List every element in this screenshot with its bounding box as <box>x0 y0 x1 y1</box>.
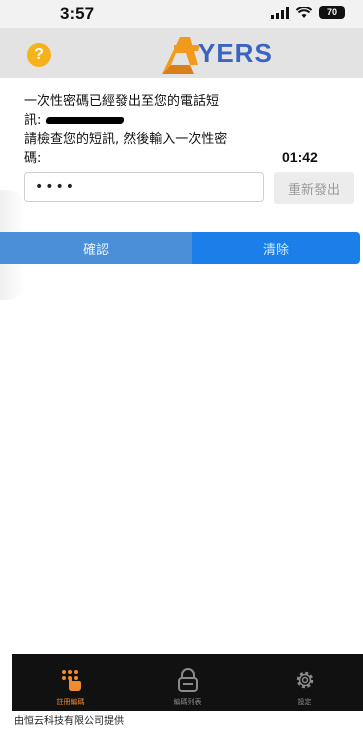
gear-icon <box>293 666 317 694</box>
wifi-icon <box>296 6 312 19</box>
tab-label: 註冊編碼 <box>56 698 85 706</box>
signal-icon <box>271 6 289 19</box>
resend-button[interactable]: 重新發出 <box>274 172 354 204</box>
tab-label: 設定 <box>297 698 312 706</box>
status-bar: 3:57 70 <box>0 0 363 28</box>
tab-settings[interactable]: 設定 <box>246 654 363 711</box>
confirm-button[interactable]: 確認 <box>0 232 192 264</box>
keypad-icon <box>59 666 83 694</box>
app-header: ? YERS <box>0 28 363 78</box>
countdown-timer: 01:42 <box>282 149 318 165</box>
message-line-2: 訊: <box>24 111 244 130</box>
otp-input[interactable] <box>24 172 264 202</box>
battery-icon: 70 <box>319 6 345 19</box>
clear-button[interactable]: 清除 <box>192 232 360 264</box>
message-sms-label: 訊: <box>24 113 42 128</box>
tab-code-list[interactable]: 編碼列表 <box>129 654 246 711</box>
redacted-phone <box>44 117 125 124</box>
help-icon[interactable]: ? <box>27 43 51 67</box>
brand-text: YERS <box>198 38 273 68</box>
tab-register-code[interactable]: 註冊編碼 <box>12 654 129 711</box>
provider-footer: 由恒云科技有限公司提供 <box>14 716 124 727</box>
message-line-3: 請檢查您的短訊, 然後輸入一次性密 <box>24 132 228 147</box>
status-icons: 70 <box>271 6 345 19</box>
status-time: 3:57 <box>60 4 95 23</box>
tab-bar: 註冊編碼 編碼列表 設定 <box>12 654 363 711</box>
message-line-4: 碼: <box>24 151 42 166</box>
brand-logo: YERS <box>160 33 273 75</box>
tab-label: 編碼列表 <box>173 698 202 706</box>
lock-icon <box>177 666 199 694</box>
otp-message: 一次性密碼已經發出至您的電話短 訊: 請檢查您的短訊, 然後輸入一次性密 碼: <box>24 92 244 168</box>
message-line-1: 一次性密碼已經發出至您的電話短 <box>24 94 220 109</box>
